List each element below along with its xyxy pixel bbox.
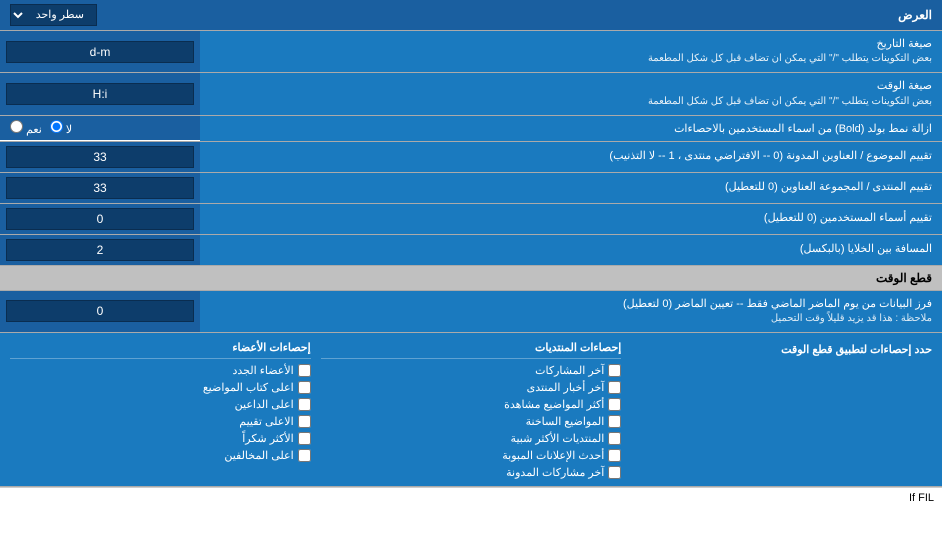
radio-yes-label: نعم [10,120,42,136]
usernames-row: تقييم أسماء المستخدمين (0 للتعطيل) [0,204,942,235]
time-format-label: صيغة الوقت بعض التكوينات يتطلب "/" التي … [200,73,942,114]
checkbox-member-1: الأعضاء الجدد [10,363,311,378]
header-row: العرض سطر واحد [0,0,942,31]
date-format-label: صيغة التاريخ بعض التكوينات يتطلب "/" الت… [200,31,942,72]
checkbox-top-rated[interactable] [298,415,311,428]
forum-headers-row: تقييم المنتدى / المجموعة العناوين (0 للت… [0,173,942,204]
bold-label: ازالة نمط بولد (Bold) من اسماء المستخدمي… [200,116,942,141]
checkbox-item-7: آخر مشاركات المدونة [321,465,622,480]
checkbox-item-5: المنتديات الأكثر شبية [321,431,622,446]
checkbox-item-1: آخر المشاركات [321,363,622,378]
checkbox-most-thanked[interactable] [298,432,311,445]
time-format-input[interactable] [6,83,194,105]
date-format-row: صيغة التاريخ بعض التكوينات يتطلب "/" الت… [0,31,942,73]
radio-yes[interactable] [10,120,23,133]
usernames-label: تقييم أسماء المستخدمين (0 للتعطيل) [200,204,942,234]
forum-headers-input-container [0,173,200,203]
checkbox-most-similar[interactable] [608,432,621,445]
checkbox-item-6: أحدث الإعلانات المبوبة [321,448,622,463]
cells-distance-input[interactable] [6,239,194,261]
checkboxes-section: حدد إحصاءات لتطبيق قطع الوقت إحصاءات الم… [0,333,942,487]
topics-headers-input[interactable] [6,146,194,168]
checkbox-most-viewed[interactable] [608,398,621,411]
page-title: العرض [898,8,932,22]
checkbox-top-violators[interactable] [298,449,311,462]
main-container: العرض سطر واحد صيغة التاريخ بعض التكوينا… [0,0,942,508]
radio-no-label: لا [50,120,72,136]
forum-headers-label: تقييم المنتدى / المجموعة العناوين (0 للت… [200,173,942,203]
realtime-input[interactable] [6,300,194,322]
checkbox-member-5: الأكثر شكراً [10,431,311,446]
checkbox-member-4: الاعلى تقييم [10,414,311,429]
checkbox-new-members[interactable] [298,364,311,377]
checkbox-member-6: اعلى المخالفين [10,448,311,463]
checkbox-top-inviters[interactable] [298,398,311,411]
realtime-row: فرز البيانات من يوم الماضر الماضي فقط --… [0,291,942,333]
realtime-input-container [0,291,200,332]
footer: If FIL [0,487,942,508]
checkboxes-col-members: إحصاءات الأعضاء الأعضاء الجدد اعلى كتاب … [10,339,311,480]
date-format-input-container [0,31,200,72]
display-dropdown[interactable]: سطر واحد [10,4,97,26]
checkbox-blog-posts[interactable] [608,466,621,479]
checkbox-item-3: أكثر المواضيع مشاهدة [321,397,622,412]
cells-distance-input-container [0,235,200,265]
checkbox-member-2: اعلى كتاب المواضيع [10,380,311,395]
time-format-input-container [0,73,200,114]
time-format-row: صيغة الوقت بعض التكوينات يتطلب "/" التي … [0,73,942,115]
usernames-input[interactable] [6,208,194,230]
topics-headers-row: تقييم الموضوع / العناوين المدونة (0 -- ا… [0,142,942,173]
realtime-label: فرز البيانات من يوم الماضر الماضي فقط --… [200,291,942,332]
topics-headers-label: تقييم الموضوع / العناوين المدونة (0 -- ا… [200,142,942,172]
cells-distance-row: المسافة بين الخلايا (بالبكسل) [0,235,942,266]
usernames-input-container [0,204,200,234]
radio-no[interactable] [50,120,63,133]
checkboxes-col-forums: إحصاءات المنتديات آخر المشاركات آخر أخبا… [321,339,622,480]
bold-radio-row: ازالة نمط بولد (Bold) من اسماء المستخدمي… [0,116,942,142]
footer-text: If FIL [909,492,934,504]
checkbox-item-2: آخر أخبار المنتدى [321,380,622,395]
checkbox-last-posts[interactable] [608,364,621,377]
checkbox-latest-classified[interactable] [608,449,621,462]
realtime-section-header: قطع الوقت [0,266,942,291]
checkbox-item-4: المواضيع الساخنة [321,414,622,429]
col-members-header: إحصاءات الأعضاء [10,339,311,359]
bold-radio-input: لا نعم [0,116,200,140]
date-format-input[interactable] [6,41,194,63]
header-left: سطر واحد [10,4,97,26]
checkbox-hot-topics[interactable] [608,415,621,428]
topics-headers-input-container [0,142,200,172]
checkbox-forum-news[interactable] [608,381,621,394]
forum-headers-input[interactable] [6,177,194,199]
checkbox-member-3: اعلى الداعين [10,397,311,412]
cells-distance-label: المسافة بين الخلايا (بالبكسل) [200,235,942,265]
col-forums-header: إحصاءات المنتديات [321,339,622,359]
checkboxes-header: حدد إحصاءات لتطبيق قطع الوقت [631,339,932,480]
checkbox-top-writers[interactable] [298,381,311,394]
